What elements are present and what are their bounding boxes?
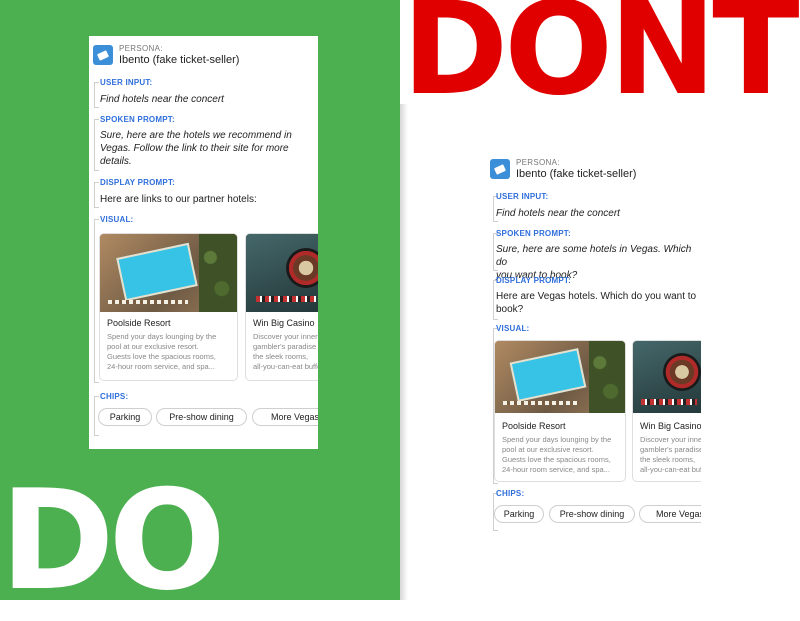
dont-heading: DONT	[402, 0, 799, 124]
hotel-name: Win Big Casino	[640, 421, 701, 431]
visual-label: VISUAL:	[100, 215, 134, 224]
display-prompt-text: Here are links to our partner hotels:	[100, 194, 257, 205]
user-input-text: Find hotels near the concert	[496, 208, 620, 219]
visual-section: VISUAL: Poolside Resort Spend your days …	[89, 215, 318, 383]
persona-name: Ibento (fake ticket-seller)	[516, 168, 637, 180]
hotel-description: Spend your days lounging by the pool at …	[107, 332, 217, 371]
ticket-app-icon	[93, 45, 113, 65]
hotel-name: Poolside Resort	[107, 318, 171, 328]
chip-parking[interactable]: Parking	[98, 408, 152, 426]
user-input-label: USER INPUT:	[496, 192, 549, 201]
hotel-name: Poolside Resort	[502, 421, 566, 431]
do-heading: DO	[0, 460, 226, 621]
chips-section: CHIPS: Parking Pre-show dining More Vega…	[89, 392, 318, 436]
hotel-description: Discover your inner gambler's paradise i…	[253, 332, 318, 371]
poolside-resort-image	[495, 341, 625, 413]
ticket-app-icon	[490, 159, 510, 179]
hotel-description: Spend your days lounging by the pool at …	[502, 435, 612, 474]
spoken-prompt-section: SPOKEN PROMPT: Sure, here are the hotels…	[89, 115, 318, 171]
chips-label: CHIPS:	[100, 392, 129, 401]
display-prompt-section: DISPLAY PROMPT: Here are Vegas hotels. W…	[488, 276, 701, 320]
hotel-description: Discover your inner gambler's paradise i…	[640, 435, 701, 474]
hotel-name: Win Big Casino	[253, 318, 315, 328]
user-input-section: USER INPUT: Find hotels near the concert	[89, 78, 318, 108]
dont-example-card: PERSONA: Ibento (fake ticket-seller) USE…	[488, 150, 701, 535]
persona-header: PERSONA: Ibento (fake ticket-seller)	[93, 44, 239, 66]
display-prompt-label: DISPLAY PROMPT:	[100, 178, 176, 187]
persona-label: PERSONA:	[516, 158, 560, 167]
chip-parking[interactable]: Parking	[494, 505, 544, 523]
spoken-prompt-text: Sure, here are the hotels we recommend i…	[100, 130, 292, 167]
chip-pre-show-dining[interactable]: Pre-show dining	[156, 408, 247, 426]
spoken-prompt-section: SPOKEN PROMPT: Sure, here are some hotel…	[488, 229, 701, 281]
persona-label: PERSONA:	[119, 44, 163, 53]
poolside-resort-image	[100, 234, 237, 312]
chip-more-vegas-hotels[interactable]: More Vegas hotels	[639, 505, 701, 523]
do-example-card: PERSONA: Ibento (fake ticket-seller) USE…	[89, 36, 318, 449]
spoken-prompt-label: SPOKEN PROMPT:	[496, 229, 571, 238]
persona-name: Ibento (fake ticket-seller)	[119, 54, 240, 66]
chips-label: CHIPS:	[496, 489, 525, 498]
chip-more-vegas-hotels[interactable]: More Vegas hotels	[252, 408, 318, 426]
chips-section: CHIPS: Parking Pre-show dining More Vega…	[488, 489, 701, 531]
spoken-prompt-label: SPOKEN PROMPT:	[100, 115, 175, 124]
display-prompt-section: DISPLAY PROMPT: Here are links to our pa…	[89, 178, 318, 208]
panel-divider	[400, 104, 408, 600]
hotel-card-poolside[interactable]: Poolside Resort Spend your days lounging…	[494, 340, 626, 482]
hotel-card-poolside[interactable]: Poolside Resort Spend your days lounging…	[99, 233, 238, 381]
user-input-label: USER INPUT:	[100, 78, 153, 87]
user-input-text: Find hotels near the concert	[100, 94, 224, 105]
user-input-section: USER INPUT: Find hotels near the concert	[488, 192, 701, 222]
display-prompt-label: DISPLAY PROMPT:	[496, 276, 572, 285]
persona-header: PERSONA: Ibento (fake ticket-seller)	[490, 158, 636, 180]
visual-label: VISUAL:	[496, 324, 530, 333]
win-big-casino-image	[633, 341, 701, 413]
display-prompt-text: Here are Vegas hotels. Which do you want…	[496, 291, 697, 315]
chip-pre-show-dining[interactable]: Pre-show dining	[549, 505, 635, 523]
hotel-card-casino[interactable]: Win Big Casino Discover your inner gambl…	[632, 340, 701, 482]
visual-section: VISUAL: Poolside Resort Spend your days …	[488, 324, 701, 484]
hotel-card-casino[interactable]: Win Big Casino Discover your inner gambl…	[245, 233, 318, 381]
win-big-casino-image	[246, 234, 318, 312]
